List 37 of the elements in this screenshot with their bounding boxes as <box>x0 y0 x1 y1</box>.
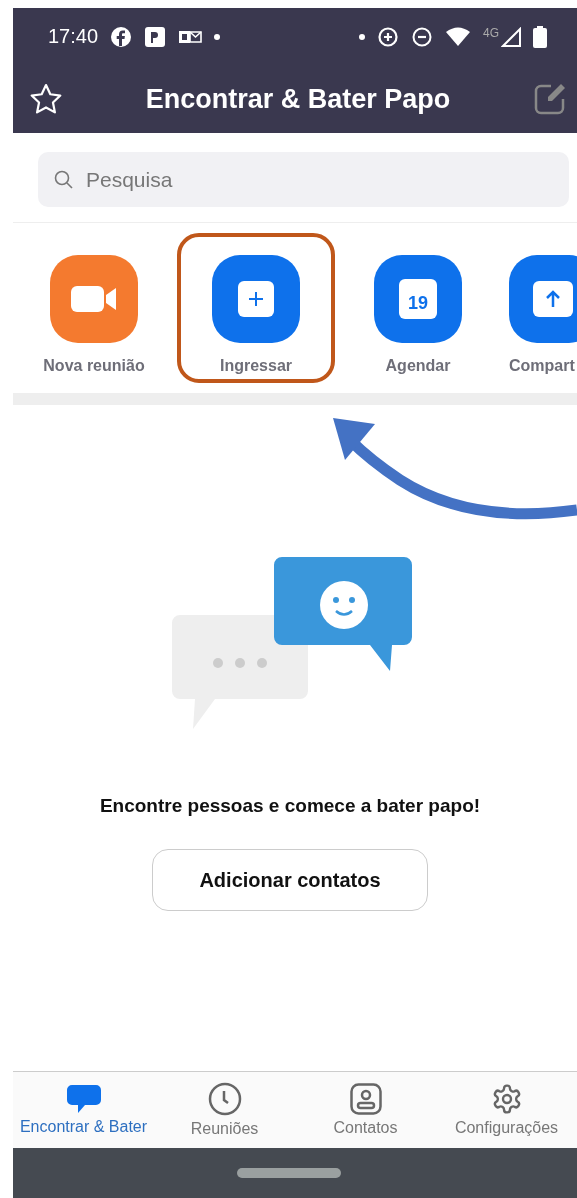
page-title: Encontrar & Bater Papo <box>145 83 451 115</box>
action-button[interactable] <box>509 255 577 343</box>
nav-tab[interactable]: Configurações <box>436 1072 577 1148</box>
search-icon <box>54 170 74 190</box>
data-saver-icon <box>377 25 399 48</box>
battery-icon <box>533 25 547 48</box>
search-field[interactable]: Pesquisa <box>38 152 569 207</box>
nav-tab[interactable]: Encontrar & Bater <box>13 1072 154 1148</box>
action-label: Nova reunião <box>43 357 145 375</box>
action-button[interactable] <box>50 255 138 343</box>
action-button[interactable] <box>212 255 300 343</box>
action-label: Ingressar <box>219 357 292 375</box>
status-time: 17:40 <box>48 25 99 48</box>
dot-icon <box>214 33 221 40</box>
nav-tab[interactable]: Contatos <box>295 1072 436 1148</box>
compose-icon[interactable] <box>533 82 567 116</box>
share-icon <box>533 281 573 317</box>
star-icon[interactable] <box>29 83 63 115</box>
app-badge-icon <box>144 25 167 48</box>
action-label: Agendar <box>385 357 451 375</box>
network-type: 4G <box>483 25 499 40</box>
dot-icon <box>359 33 365 40</box>
add-contacts-button[interactable]: Adicionar contatos <box>152 849 428 911</box>
clock-icon <box>207 1082 242 1116</box>
facebook-icon <box>110 25 133 48</box>
plus-icon <box>238 281 274 317</box>
wifi-icon <box>445 26 471 47</box>
action-label: Compart <box>509 357 575 375</box>
action-button[interactable]: 19 <box>374 255 462 343</box>
video-camera-icon <box>71 286 117 312</box>
contact-icon <box>349 1083 382 1115</box>
signal-icon <box>501 26 521 47</box>
chat-bubble-icon <box>65 1084 102 1114</box>
nav-tab[interactable]: Reuniões <box>154 1072 295 1148</box>
empty-state-message: Encontre pessoas e comece a bater papo! <box>99 795 481 817</box>
calendar-icon: 19 <box>399 279 437 319</box>
do-not-disturb-icon <box>411 25 433 48</box>
